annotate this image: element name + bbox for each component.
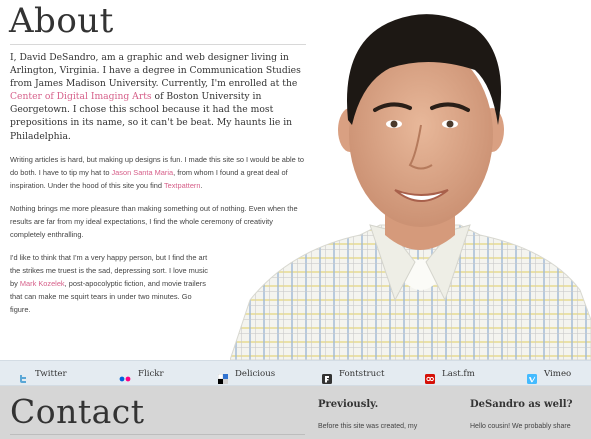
social-label-delicious: Delicious <box>235 369 276 379</box>
about-divider <box>10 44 306 45</box>
social-link-delicious[interactable]: Delicious <box>217 361 276 387</box>
twitter-icon <box>18 369 28 383</box>
contact-title: Contact <box>10 392 145 431</box>
mark-kozelek-link[interactable]: Mark Kozelek <box>20 279 65 288</box>
cdia-link[interactable]: Center of Digital Imaging Arts <box>10 91 152 102</box>
creativity-paragraph: Nothing brings me more pleasure than mak… <box>10 203 298 239</box>
social-label-vimeo: Vimeo <box>544 369 572 379</box>
previously-title: Previously. <box>318 399 379 410</box>
about-section: About I, David DeSandro, am a graphic an… <box>0 0 591 360</box>
social-label-flickr: Flickr <box>138 369 164 379</box>
social-label-lastfm: Last.fm <box>442 369 475 379</box>
flickr-icon <box>119 369 131 382</box>
desandro-title: DeSandro as well? <box>470 399 573 410</box>
textpattern-link[interactable]: Textpattern <box>164 181 201 190</box>
delicious-icon <box>217 369 228 384</box>
about-text-column: About I, David DeSandro, am a graphic an… <box>9 0 310 316</box>
jason-santa-maria-link[interactable]: Jason Santa Maria <box>111 168 173 177</box>
bottom-section: Contact Previously. Before this site was… <box>0 386 591 439</box>
social-link-lastfm[interactable]: Last.fm <box>425 361 475 387</box>
contact-divider <box>10 434 305 435</box>
social-link-twitter[interactable]: Twitter <box>18 361 67 387</box>
social-links-bar: Twitter Flickr Delicious Fontstruct Last… <box>0 360 591 386</box>
social-label-fontstruct: Fontstruct <box>339 369 385 379</box>
social-label-twitter: Twitter <box>35 369 67 379</box>
intro-paragraph: I, David DeSandro, am a graphic and web … <box>10 51 306 143</box>
social-link-vimeo[interactable]: Vimeo <box>527 361 571 387</box>
about-title: About <box>9 1 114 41</box>
desandro-text: Hello cousin! We probably share <box>470 423 571 430</box>
social-link-fontstruct[interactable]: Fontstruct <box>322 361 384 387</box>
design-text-3: . <box>200 180 203 190</box>
vimeo-icon <box>527 369 537 384</box>
social-link-flickr[interactable]: Flickr <box>119 361 164 387</box>
happy-paragraph: I'd like to think that I'm a very happy … <box>10 251 210 316</box>
fontstruct-icon <box>322 369 332 384</box>
lastfm-icon <box>425 369 435 384</box>
intro-text-1: I, David DeSandro, am a graphic and web … <box>10 52 301 90</box>
previously-text: Before this site was created, my <box>318 423 418 430</box>
design-paragraph: Writing articles is hard, but making up … <box>10 153 306 192</box>
